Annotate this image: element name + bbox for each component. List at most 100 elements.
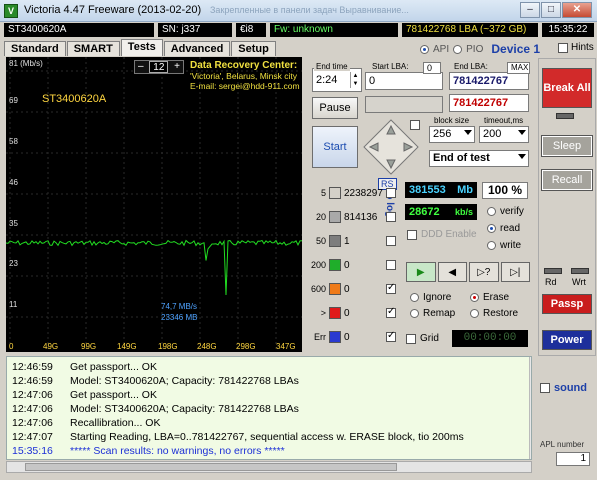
ignore-radio[interactable]	[410, 293, 419, 302]
log-text: Get passport... OK	[70, 361, 157, 373]
apl-number-field[interactable]: 1	[556, 452, 590, 466]
read-radio[interactable]	[487, 224, 496, 233]
timeout-select[interactable]: 200	[479, 126, 529, 143]
end-time-spinner[interactable]: ▲ ▼	[350, 72, 360, 88]
counter-log-checkbox[interactable]	[386, 330, 396, 342]
mode-read[interactable]: read	[487, 223, 520, 234]
action-remap[interactable]: Remap	[410, 308, 455, 319]
log-time: 12:46:59	[12, 375, 53, 387]
scroll-thumb[interactable]	[25, 463, 397, 471]
start-button[interactable]: Start	[312, 126, 358, 168]
dpad-lock-checkbox[interactable]	[410, 120, 420, 130]
start-lba-zero-button[interactable]: 0	[423, 62, 441, 74]
y-label-81: 81 (Mb/s)	[9, 59, 43, 68]
counter-value: 1	[344, 235, 350, 247]
end-lba-max-button[interactable]: MAX	[507, 62, 530, 74]
remap-radio[interactable]	[410, 309, 419, 318]
api-radio[interactable]	[420, 44, 429, 54]
recall-button[interactable]: Recall	[542, 170, 592, 190]
minimize-button[interactable]: –	[520, 2, 540, 18]
erase-label: Erase	[483, 292, 510, 303]
tab-standard[interactable]: Standard	[4, 41, 66, 56]
passport-button[interactable]: Passp	[542, 294, 592, 314]
restore-radio[interactable]	[470, 309, 479, 318]
break-all-button[interactable]: Break All	[542, 68, 592, 108]
log-time: 12:47:07	[12, 431, 53, 443]
action-ignore[interactable]: Ignore	[410, 292, 451, 303]
mode-write[interactable]: write	[487, 240, 521, 251]
counter-log-checkbox[interactable]	[386, 188, 396, 198]
event-log[interactable]: 12:46:59 Get passport... OK 12:46:59 Model:…	[6, 356, 532, 460]
counter-swatch	[329, 187, 341, 199]
zoom-in-button[interactable]: +	[174, 61, 180, 73]
x-label-49g: 49G	[43, 342, 59, 351]
drc-location: 'Victoria', Belarus, Minsk city	[190, 71, 298, 81]
action-restore[interactable]: Restore	[470, 308, 518, 319]
erase-radio[interactable]	[470, 293, 479, 302]
tab-smart[interactable]: SMART	[66, 41, 120, 56]
close-button[interactable]: ✕	[562, 2, 592, 18]
sound-toggle[interactable]: sound	[540, 382, 587, 394]
counter-swatch	[329, 259, 341, 271]
counter-log-checkbox[interactable]	[386, 306, 396, 318]
mode-verify[interactable]: verify	[487, 206, 524, 217]
end-action-select[interactable]: End of test	[429, 150, 529, 167]
write-radio[interactable]	[487, 241, 496, 250]
app-icon: V	[4, 4, 18, 18]
counter-threshold: 5	[320, 188, 326, 198]
repair-action-panel: Ignore Erase Remap Restore	[404, 286, 530, 326]
ddd-enable[interactable]: DDD Enable	[407, 229, 477, 240]
skip-button[interactable]: ▷?	[469, 262, 499, 282]
log-time: 15:35:16	[12, 445, 53, 457]
main-tabs: Standard SMART Tests Advanced Setup	[4, 39, 276, 57]
verify-radio[interactable]	[487, 207, 496, 216]
tab-tests[interactable]: Tests	[120, 39, 163, 56]
play-forward-button[interactable]: ▶	[406, 262, 436, 282]
power-button[interactable]: Power	[542, 330, 592, 350]
megabytes-readout: 381553 Mb	[405, 182, 477, 198]
jump-end-button[interactable]: ▷|	[500, 262, 530, 282]
grid-toggle[interactable]: Grid	[406, 333, 439, 344]
maximize-button[interactable]: □	[541, 2, 561, 18]
skip-icon: ▷?	[477, 266, 491, 278]
counter-value: 0	[344, 283, 350, 295]
hints-checkbox[interactable]	[558, 42, 568, 53]
counter-value: 0	[344, 307, 350, 319]
grid-checkbox[interactable]	[406, 333, 416, 344]
graph-drive-name: ST3400620A	[42, 93, 107, 105]
tab-setup[interactable]: Setup	[231, 41, 276, 56]
wrt-indicator	[571, 268, 589, 274]
api-label: API	[433, 43, 450, 55]
ddd-checkbox[interactable]	[407, 229, 417, 240]
play-backward-button[interactable]: ◀	[437, 262, 467, 282]
data-recovery-banner: Data Recovery Center: 'Victoria', Belaru…	[190, 60, 300, 91]
log-line: 12:47:06 Recallibration... OK	[12, 417, 160, 430]
counter-log-checkbox[interactable]	[386, 260, 396, 270]
megabytes-unit: Mb	[457, 184, 473, 196]
chevron-down-icon	[518, 154, 526, 159]
log-line: 12:46:59 Model: ST3400620A; Capacity: 781…	[12, 375, 299, 388]
tab-advanced[interactable]: Advanced	[163, 41, 231, 56]
status-serial: SN: j337	[158, 23, 232, 37]
counter-threshold: 600	[310, 284, 326, 294]
counter-log-checkbox[interactable]	[386, 282, 396, 294]
block-size-select[interactable]: 256	[429, 126, 475, 143]
pio-radio[interactable]	[453, 44, 463, 54]
zoom-out-button[interactable]: –	[138, 61, 144, 73]
pause-button[interactable]: Pause	[312, 97, 358, 119]
kbps-unit: kb/s	[454, 207, 473, 217]
action-erase[interactable]: Erase	[470, 292, 509, 303]
speed-graph: 81 (Mb/s) 69 58 46 35 23 11 0 49G 99G 14…	[6, 57, 302, 352]
counter-log-checkbox[interactable]	[386, 236, 396, 246]
log-text: Model: ST3400620A; Capacity: 781422768 L…	[70, 403, 299, 415]
log-scrollbar[interactable]	[529, 357, 531, 459]
end-lba-field[interactable]: 781422767	[449, 72, 529, 90]
hints-toggle[interactable]: Hints	[558, 42, 594, 53]
start-lba-field[interactable]: 0	[365, 72, 443, 90]
title-bar: V Victoria 4.47 Freeware (2013-02-20) За…	[0, 0, 597, 22]
counter-log-checkbox[interactable]	[386, 212, 396, 222]
sleep-button[interactable]: Sleep	[542, 136, 592, 156]
counter-value: 814136	[344, 211, 378, 223]
log-horizontal-scrollbar[interactable]	[6, 461, 532, 473]
sound-checkbox[interactable]	[540, 383, 550, 393]
